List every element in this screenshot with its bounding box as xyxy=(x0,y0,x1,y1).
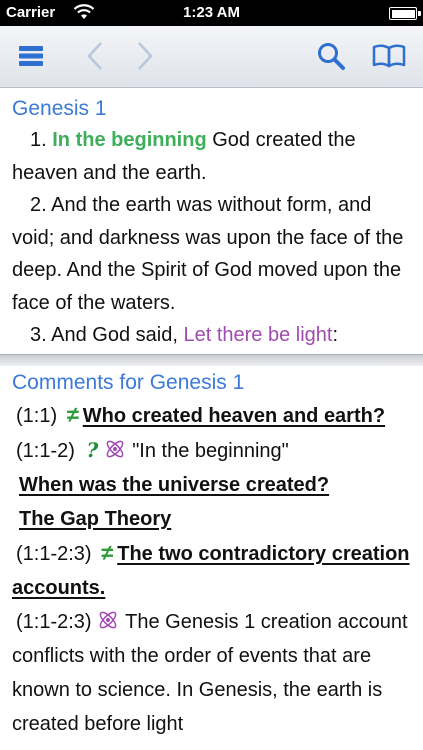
highlighted-phrase[interactable]: In the beginning xyxy=(52,129,206,151)
verse-reference: (1:1-2) xyxy=(16,440,75,462)
book-icon xyxy=(372,44,406,68)
menu-button[interactable] xyxy=(14,39,48,73)
verse-number: 3. xyxy=(30,324,47,346)
verse-number: 1. xyxy=(30,129,47,151)
comment-link[interactable]: Who created heaven and earth? xyxy=(83,405,385,427)
verse-reference: (1:1-2:3) xyxy=(16,543,92,565)
verse-text-end: : xyxy=(332,324,339,346)
search-button[interactable] xyxy=(314,39,348,73)
comments-panel[interactable]: Comments for Genesis 1 (1:1) ≠ Who create… xyxy=(0,366,423,750)
verse-1[interactable]: 1. In the beginning God created the heav… xyxy=(12,124,413,189)
verse-2[interactable]: 2. And the earth was without form, and v… xyxy=(12,189,413,319)
contradiction-icon: ≠ xyxy=(101,540,114,565)
bible-text-panel[interactable]: Genesis 1 1. In the beginning God create… xyxy=(0,89,423,354)
comment-item[interactable]: When was the universe created? xyxy=(12,468,413,502)
search-icon xyxy=(318,43,345,70)
forward-button[interactable] xyxy=(128,39,162,73)
contradiction-icon: ≠ xyxy=(66,402,79,427)
comments-heading: Comments for Genesis 1 xyxy=(12,371,245,394)
menu-icon xyxy=(19,46,43,66)
verse-text: And the earth was without form, and void… xyxy=(12,194,404,314)
verse-reference: (1:1-2:3) xyxy=(16,611,92,633)
back-button[interactable] xyxy=(78,39,112,73)
comment-item[interactable]: (1:1) ≠ Who created heaven and earth? xyxy=(12,398,413,433)
science-icon xyxy=(99,611,117,629)
comment-item[interactable]: (1:1-2) ? "In the beginning" xyxy=(12,433,413,468)
question-icon: ? xyxy=(86,438,99,462)
split-divider[interactable] xyxy=(0,354,423,366)
toolbar xyxy=(0,26,423,88)
clock: 1:23 AM xyxy=(183,4,240,21)
comment-link[interactable]: When was the universe created? xyxy=(19,474,329,496)
comment-item[interactable]: (1:1-2:3) The Genesis 1 creation account… xyxy=(12,605,413,741)
verse-3[interactable]: 3. And God said, Let there be light: xyxy=(12,319,413,352)
battery-icon xyxy=(389,7,421,20)
bookmarks-button[interactable] xyxy=(372,39,406,73)
comment-item[interactable]: The Gap Theory xyxy=(12,502,413,536)
verse-number: 2. xyxy=(30,194,47,216)
back-arrow-icon xyxy=(87,42,102,70)
science-icon xyxy=(106,440,124,458)
comment-link[interactable]: The Gap Theory xyxy=(19,508,171,530)
status-bar: Carrier 1:23 AM xyxy=(0,0,423,26)
verse-reference: (1:1) xyxy=(16,405,58,427)
highlighted-phrase[interactable]: Let there be light xyxy=(183,324,332,346)
forward-arrow-icon xyxy=(138,42,153,70)
verse-text: And God said, xyxy=(46,324,184,346)
comment-quote: "In the beginning" xyxy=(132,440,289,462)
comment-item[interactable]: (1:1-2:3) ≠ The two contradictory creatio… xyxy=(12,536,413,605)
chapter-heading: Genesis 1 xyxy=(12,97,107,120)
